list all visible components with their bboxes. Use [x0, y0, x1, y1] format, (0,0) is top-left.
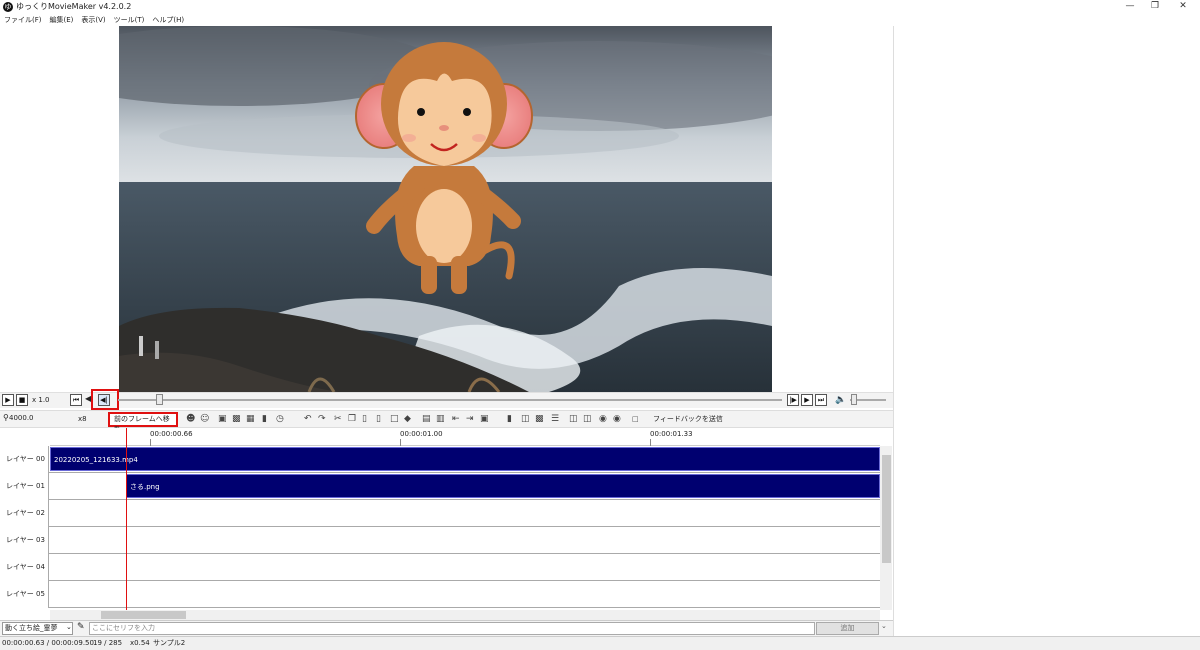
layer-label[interactable]: レイヤー 00 [0, 446, 49, 473]
copy-icon[interactable]: ❐ [348, 413, 356, 425]
folder-icon[interactable]: ◫ [521, 413, 530, 425]
camera-icon[interactable]: ◉ [599, 413, 607, 425]
highlight-box [91, 389, 119, 410]
zoom-suffix: x8 [78, 415, 87, 423]
status-project: サンプル2 [153, 639, 186, 647]
delete-icon[interactable]: ▤ [422, 413, 431, 425]
layer-label[interactable]: レイヤー 04 [0, 554, 49, 581]
split-icon[interactable]: ▥ [436, 413, 445, 425]
paste-special-icon[interactable]: ▯ [376, 413, 381, 425]
ruler-mark [650, 439, 651, 446]
move-right-icon[interactable]: ⇥ [466, 413, 474, 425]
zoom-icon: ⚲ [3, 413, 9, 422]
paste-icon[interactable]: ▯ [362, 413, 367, 425]
clipboard-icon[interactable]: ▮ [262, 413, 267, 425]
go-to-end-button[interactable]: ⏭ [815, 394, 827, 406]
character-icon[interactable]: ☻ [186, 413, 195, 425]
seek-thumb[interactable] [156, 394, 163, 405]
fit-icon[interactable]: ▣ [480, 413, 489, 425]
status-frames: 19 / 285 [93, 639, 123, 647]
menu-file[interactable]: ファイル(F) [0, 14, 46, 26]
menu-help[interactable]: ヘルプ(H) [148, 14, 188, 26]
layer-row[interactable] [0, 554, 880, 581]
ruler-mark [400, 439, 401, 446]
horizontal-scroll-thumb[interactable] [101, 611, 186, 619]
layer-row[interactable] [0, 500, 880, 527]
add-options-chevron-icon[interactable]: ⌄ [881, 622, 887, 630]
app-icon: ゆ [3, 2, 13, 12]
title-bar [0, 0, 1200, 14]
ruler-tick-label: 00:00:00.66 [150, 430, 193, 438]
close-button[interactable]: ✕ [1168, 0, 1198, 14]
status-scale: x0.54 [130, 639, 150, 647]
menu-bar: ファイル(F) 編集(E) 表示(V) ツール(T) ヘルプ(H) [0, 14, 893, 26]
feedback-button[interactable]: フィードバックを送信 [653, 414, 723, 424]
layer-label[interactable]: レイヤー 05 [0, 581, 49, 608]
layer-row[interactable] [0, 581, 880, 608]
status-time: 00:00:00.63 / 00:00:09.50 [2, 639, 94, 647]
select-icon[interactable]: □ [390, 413, 399, 425]
add-button[interactable]: 追加 [816, 622, 879, 635]
layers-icon[interactable]: ▩ [232, 413, 241, 425]
preview-frame-image [119, 26, 772, 392]
seek-track[interactable] [118, 399, 782, 401]
layer-row[interactable] [0, 527, 880, 554]
clock-icon[interactable]: ◷ [276, 413, 284, 425]
undo-icon[interactable]: ↶ [304, 413, 312, 425]
ruler-tick-label: 00:00:01.00 [400, 430, 443, 438]
voice-icon[interactable]: ✎ [77, 622, 85, 632]
layer-label[interactable]: レイヤー 03 [0, 527, 49, 554]
layer-label[interactable]: レイヤー 02 [0, 500, 49, 527]
zoom-value[interactable]: 4000.0 [9, 414, 34, 422]
dialog-text-input[interactable]: ここにセリフを入力 [89, 622, 815, 635]
property-panel [893, 26, 1200, 636]
menu-tools[interactable]: ツール(T) [110, 14, 149, 26]
settings-icon[interactable]: ☰ [551, 413, 559, 425]
move-left-icon[interactable]: ⇤ [452, 413, 460, 425]
new-file-icon[interactable]: ▮ [507, 413, 512, 425]
character-select[interactable]: 動く立ち絵_霊夢 [2, 622, 73, 635]
snapshot-icon[interactable]: ◉ [613, 413, 621, 425]
save-icon[interactable]: ▩ [535, 413, 544, 425]
video-clip[interactable]: 20220205_121633.mp4 [50, 447, 880, 471]
volume-icon[interactable]: 🔈 [835, 395, 846, 405]
cut-icon[interactable]: ✂ [334, 413, 342, 425]
playhead[interactable] [126, 428, 127, 610]
lock-icon[interactable]: ◆ [404, 413, 411, 425]
speed-selector[interactable]: x 1.0 [32, 395, 66, 406]
next-frame-button[interactable]: |▶ [787, 394, 799, 406]
chevron-down-icon: ⌄ [66, 623, 72, 631]
volume-thumb[interactable] [851, 394, 857, 405]
window-title: ゆっくりMovieMaker v4.2.0.2 [16, 2, 132, 11]
export-image-icon[interactable]: ◫ [583, 413, 592, 425]
menu-view[interactable]: 表示(V) [77, 14, 109, 26]
image-clip[interactable]: さる.png [126, 474, 880, 498]
redo-icon[interactable]: ↷ [318, 413, 326, 425]
export-icon[interactable]: ◫ [569, 413, 578, 425]
feedback-icon[interactable]: □ [632, 413, 639, 425]
layer-label[interactable]: レイヤー 01 [0, 473, 49, 500]
face-icon[interactable]: ☺ [200, 413, 209, 425]
restore-button[interactable]: ❐ [1140, 0, 1170, 14]
image-icon[interactable]: ▣ [218, 413, 227, 425]
go-to-start-button[interactable]: ⏮ [70, 394, 82, 406]
previous-frame-tooltip: 前のフレームへ移動 [108, 412, 178, 434]
play-button[interactable]: ▶ [2, 394, 14, 406]
ruler-tick-label: 00:00:01.33 [650, 430, 693, 438]
vertical-scroll-thumb[interactable] [882, 455, 891, 563]
step-forward-button[interactable]: ▶ [801, 394, 813, 406]
video-preview[interactable] [119, 26, 772, 392]
grid-icon[interactable]: ▦ [246, 413, 255, 425]
stop-button[interactable]: ■ [16, 394, 28, 406]
menu-edit[interactable]: 編集(E) [46, 14, 78, 26]
ruler-mark [150, 439, 151, 446]
